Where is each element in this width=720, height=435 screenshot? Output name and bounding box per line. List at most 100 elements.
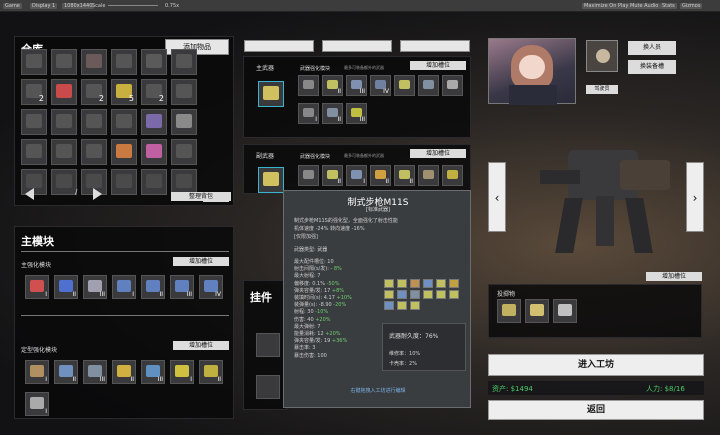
warehouse-slot[interactable] [171, 139, 197, 165]
module-slot[interactable]: III [83, 360, 107, 384]
module-slot[interactable]: II [199, 360, 223, 384]
module-slot[interactable]: II [141, 275, 165, 299]
module-slot[interactable]: II [112, 360, 136, 384]
warehouse-slot[interactable] [21, 49, 47, 75]
module-slot[interactable]: IV [370, 75, 391, 96]
back-button[interactable]: 返回 [488, 400, 704, 420]
change-equip-button[interactable]: 换装备槽 [628, 60, 676, 74]
warehouse-slot[interactable] [111, 109, 137, 135]
warehouse-slot[interactable] [141, 139, 167, 165]
module-slot[interactable]: III [346, 103, 367, 124]
armor-slot[interactable] [256, 333, 280, 357]
slot-count: II [130, 376, 134, 383]
warehouse-slot[interactable] [51, 169, 77, 195]
module-slot[interactable]: IV [199, 275, 223, 299]
module-slot[interactable] [394, 75, 415, 96]
module-slot[interactable] [418, 75, 439, 96]
warehouse-slot[interactable] [171, 49, 197, 75]
game-tab[interactable]: Game [3, 3, 22, 9]
module-slot[interactable]: II [54, 275, 78, 299]
warehouse-slot[interactable] [21, 109, 47, 135]
module-slot[interactable] [298, 165, 319, 186]
sub-weapon-add-slot[interactable]: 增加槽位 [410, 149, 466, 158]
warehouse-slot[interactable] [51, 139, 77, 165]
module-slot[interactable]: II [322, 103, 343, 124]
next-page-arrow[interactable] [93, 188, 102, 200]
organize-button[interactable]: 整理背包 [171, 192, 231, 201]
slot-count: II [385, 178, 389, 185]
module-slot[interactable]: II [322, 165, 343, 186]
module-slot[interactable]: I [25, 392, 49, 416]
scale-slider[interactable] [108, 5, 158, 6]
tooltip-stats: 最大配件槽位: 10 射击间隔(s/发): - 8% 最大射程: 7 偏移度: 0.1… [294, 259, 384, 360]
warehouse-slot[interactable] [171, 109, 197, 135]
warehouse-slot[interactable]: 5 [111, 79, 137, 105]
warehouse-slot[interactable] [51, 49, 77, 75]
enter-workshop-button[interactable]: 进入工坊 [488, 354, 704, 376]
module-slot[interactable]: III [141, 360, 165, 384]
module-slot[interactable]: II [394, 165, 415, 186]
warehouse-slot[interactable]: 2 [141, 79, 167, 105]
mod-icon [449, 279, 459, 288]
stats-toggle[interactable]: Stats [660, 3, 677, 9]
fix-add-slot-button[interactable]: 增加槽位 [173, 341, 229, 350]
module-slot[interactable]: III [83, 275, 107, 299]
prev-mech-button[interactable]: ‹ [488, 162, 506, 232]
main-weapon-slot[interactable] [258, 81, 284, 107]
warehouse-slot[interactable] [111, 49, 137, 75]
maximize-toggle[interactable]: Maximize On Play [582, 3, 631, 9]
gizmos-toggle[interactable]: Gizmos [680, 3, 703, 9]
warehouse-slot[interactable] [111, 139, 137, 165]
module-slot[interactable] [418, 165, 439, 186]
module-slot[interactable]: I [346, 165, 367, 186]
module-slot[interactable]: II [322, 75, 343, 96]
module-slot[interactable] [525, 299, 549, 323]
module-slot[interactable]: I [298, 103, 319, 124]
main-add-slot-button[interactable]: 增加槽位 [173, 257, 229, 266]
throwable-add-slot[interactable]: 增加槽位 [646, 272, 702, 281]
change-pilot-button[interactable]: 换人员 [628, 41, 676, 55]
mute-toggle[interactable]: Mute Audio [628, 3, 661, 9]
module-slot[interactable]: III [346, 75, 367, 96]
warehouse-slot[interactable] [51, 79, 77, 105]
module-slot[interactable] [442, 165, 463, 186]
module-slot[interactable]: II [370, 165, 391, 186]
warehouse-slot[interactable] [21, 139, 47, 165]
tab-2[interactable] [322, 40, 392, 52]
sub-weapon-panel: 副武器 武器强化模块 最多可装备额外的武器 增加槽位 II I II II [243, 144, 471, 194]
resolution-select[interactable]: 1080x1440 [62, 3, 95, 9]
module-slot[interactable] [298, 75, 319, 96]
warehouse-slot[interactable] [111, 169, 137, 195]
tab-3[interactable] [400, 40, 470, 52]
module-slot[interactable] [442, 75, 463, 96]
module-slot[interactable]: II [54, 360, 78, 384]
warehouse-slot[interactable] [51, 109, 77, 135]
module-slot[interactable] [497, 299, 521, 323]
prev-page-arrow[interactable] [25, 188, 34, 200]
module-slot[interactable]: I [25, 360, 49, 384]
warehouse-slot[interactable] [141, 109, 167, 135]
module-slot[interactable]: III [170, 275, 194, 299]
tab-1[interactable] [244, 40, 314, 52]
armor-slot[interactable] [256, 375, 280, 399]
item-icon [86, 114, 102, 128]
module-slot[interactable] [553, 299, 577, 323]
warehouse-slot[interactable]: 2 [81, 79, 107, 105]
warehouse-slot[interactable] [81, 139, 107, 165]
warehouse-slot[interactable]: 2 [21, 79, 47, 105]
mod-icon [410, 279, 420, 288]
module-slot[interactable]: I [170, 360, 194, 384]
module-slot[interactable]: I [25, 275, 49, 299]
warehouse-slot[interactable] [81, 109, 107, 135]
next-mech-button[interactable]: › [686, 162, 704, 232]
warehouse-slot[interactable] [81, 49, 107, 75]
display-select[interactable]: Display 1 [30, 3, 58, 9]
sub-weapon-slot[interactable] [258, 167, 284, 193]
warehouse-slot[interactable] [141, 169, 167, 195]
tooltip-type: 武器类型: 武器 [294, 247, 328, 253]
main-weapon-add-slot[interactable]: 增加槽位 [410, 61, 466, 70]
module-slot[interactable]: I [112, 275, 136, 299]
warehouse-slot[interactable] [141, 49, 167, 75]
pilot-rank-icon[interactable] [586, 40, 618, 72]
warehouse-slot[interactable] [171, 79, 197, 105]
